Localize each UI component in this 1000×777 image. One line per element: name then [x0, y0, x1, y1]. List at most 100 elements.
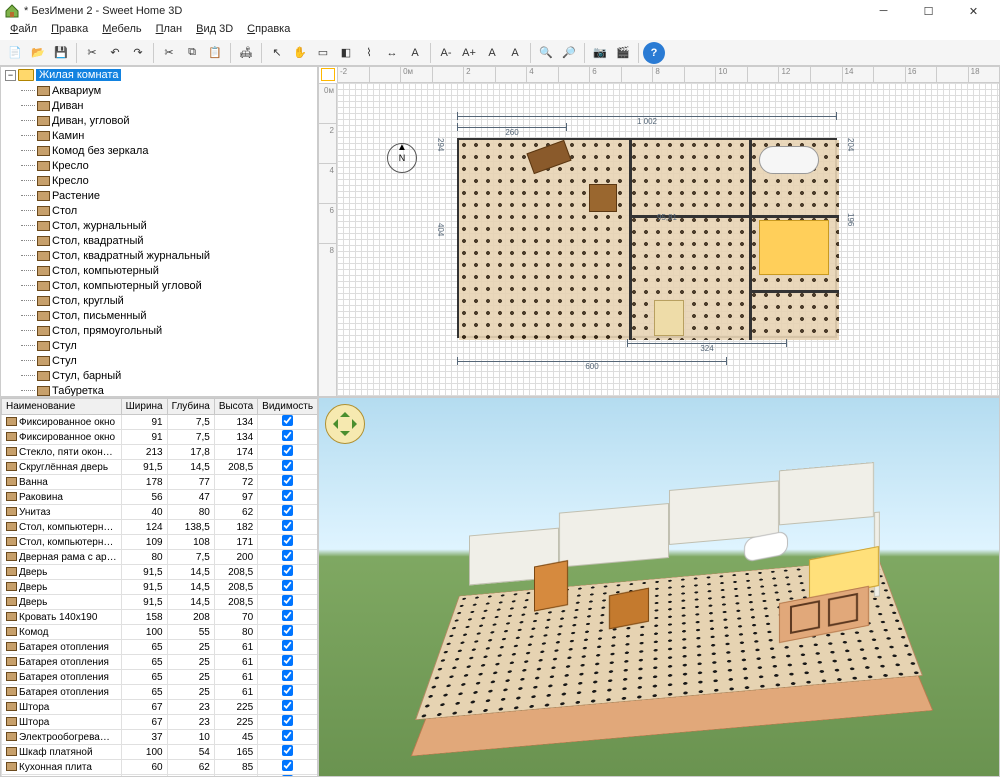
select-tool-icon[interactable]: ↖ [266, 42, 288, 64]
catalog-item[interactable]: Стол, квадратный журнальный [1, 248, 317, 263]
redo-icon[interactable]: ↷ [127, 42, 149, 64]
visibility-checkbox[interactable] [282, 730, 293, 741]
table-header[interactable]: Высота [214, 399, 257, 415]
table-header[interactable]: Видимость [258, 399, 318, 415]
visibility-checkbox[interactable] [282, 460, 293, 471]
pan-tool-icon[interactable]: ✋ [289, 42, 311, 64]
wall-tool-icon[interactable]: ▭ [312, 42, 334, 64]
visibility-checkbox[interactable] [282, 715, 293, 726]
catalog-item[interactable]: Аквариум [1, 83, 317, 98]
visibility-checkbox[interactable] [282, 760, 293, 771]
table-header[interactable]: Глубина [167, 399, 214, 415]
cell-visible[interactable] [258, 415, 318, 430]
maximize-button[interactable]: ☐ [906, 0, 951, 22]
cell-visible[interactable] [258, 745, 318, 760]
cell-visible[interactable] [258, 685, 318, 700]
video-icon[interactable]: 🎬 [612, 42, 634, 64]
table-row[interactable]: Батарея отопления652561 [2, 670, 318, 685]
visibility-checkbox[interactable] [282, 505, 293, 516]
visibility-checkbox[interactable] [282, 550, 293, 561]
catalog-item[interactable]: Стол, круглый [1, 293, 317, 308]
room-tool-icon[interactable]: ◧ [335, 42, 357, 64]
catalog-pane[interactable]: − Жилая комната АквариумДиванДиван, угло… [0, 66, 318, 397]
cell-visible[interactable] [258, 760, 318, 775]
catalog-item[interactable]: Диван [1, 98, 317, 113]
cell-visible[interactable] [258, 730, 318, 745]
undo-icon[interactable]: ↶ [104, 42, 126, 64]
visibility-checkbox[interactable] [282, 445, 293, 456]
nav-right-icon[interactable] [352, 419, 362, 429]
cell-visible[interactable] [258, 700, 318, 715]
catalog-item[interactable]: Комод без зеркала [1, 143, 317, 158]
cell-visible[interactable] [258, 595, 318, 610]
catalog-item[interactable]: Кресло [1, 158, 317, 173]
table-row[interactable]: Дверь91,514,5208,5 [2, 565, 318, 580]
catalog-item[interactable]: Диван, угловой [1, 113, 317, 128]
menu-0[interactable]: Файл [4, 22, 43, 40]
table-row[interactable]: Ванна1787772 [2, 475, 318, 490]
open-file-icon[interactable]: 📂 [27, 42, 49, 64]
zoom-in-icon[interactable]: 🔍 [535, 42, 557, 64]
cell-visible[interactable] [258, 670, 318, 685]
table-row[interactable]: Стекло, пяти окон…21317,8174 [2, 445, 318, 460]
visibility-checkbox[interactable] [282, 625, 293, 636]
table-row[interactable]: Унитаз408062 [2, 505, 318, 520]
catalog-category[interactable]: Жилая комната [36, 69, 121, 81]
catalog-item[interactable]: Стол, квадратный [1, 233, 317, 248]
cell-visible[interactable] [258, 715, 318, 730]
paste-icon[interactable]: 📋 [204, 42, 226, 64]
catalog-item[interactable]: Стол, компьютерный угловой [1, 278, 317, 293]
save-file-icon[interactable]: 💾 [50, 42, 72, 64]
table-row[interactable]: Стол, компьютерн…124138,5182 [2, 520, 318, 535]
bold-icon[interactable]: A [504, 42, 526, 64]
font-color-icon[interactable]: A [481, 42, 503, 64]
visibility-checkbox[interactable] [282, 670, 293, 681]
plan-grid[interactable]: N 1 002 260 [337, 83, 999, 396]
minimize-button[interactable]: ─ [861, 0, 906, 22]
table-header[interactable]: Ширина [121, 399, 167, 415]
nav-left-icon[interactable] [328, 419, 338, 429]
table-row[interactable]: Шкаф платяной10054165 [2, 745, 318, 760]
visibility-checkbox[interactable] [282, 580, 293, 591]
catalog-item[interactable]: Стол, компьютерный [1, 263, 317, 278]
text-tool-icon[interactable]: A [404, 42, 426, 64]
table-row[interactable]: Штора6723225 [2, 715, 318, 730]
menu-1[interactable]: Правка [45, 22, 94, 40]
table-row[interactable]: Кровать 140x19015820870 [2, 610, 318, 625]
new-file-icon[interactable]: 📄 [4, 42, 26, 64]
catalog-item[interactable]: Стол [1, 203, 317, 218]
visibility-checkbox[interactable] [282, 610, 293, 621]
catalog-item[interactable]: Стул [1, 353, 317, 368]
view-3d[interactable] [318, 397, 1000, 777]
table-row[interactable]: Раковина564797 [2, 490, 318, 505]
cell-visible[interactable] [258, 475, 318, 490]
table-row[interactable]: Дверь91,514,5208,5 [2, 580, 318, 595]
font-inc-icon[interactable]: A+ [458, 42, 480, 64]
cell-visible[interactable] [258, 610, 318, 625]
copy-icon[interactable]: ⧉ [181, 42, 203, 64]
menu-2[interactable]: Мебель [96, 22, 147, 40]
visibility-checkbox[interactable] [282, 745, 293, 756]
visibility-checkbox[interactable] [282, 520, 293, 531]
visibility-checkbox[interactable] [282, 535, 293, 546]
cell-visible[interactable] [258, 580, 318, 595]
catalog-item[interactable]: Стол, письменный [1, 308, 317, 323]
catalog-item[interactable]: Стул, барный [1, 368, 317, 383]
menu-5[interactable]: Справка [241, 22, 296, 40]
close-button[interactable]: ✕ [951, 0, 996, 22]
cell-visible[interactable] [258, 520, 318, 535]
furniture-table[interactable]: НаименованиеШиринаГлубинаВысотаВидимость… [1, 398, 318, 777]
add-furniture-icon[interactable]: 🛋 [235, 42, 257, 64]
visibility-checkbox[interactable] [282, 430, 293, 441]
help-icon[interactable]: ? [643, 42, 665, 64]
cell-visible[interactable] [258, 505, 318, 520]
floor-plan[interactable] [457, 138, 837, 338]
visibility-checkbox[interactable] [282, 565, 293, 576]
table-row[interactable]: Штора6723225 [2, 700, 318, 715]
menu-4[interactable]: Вид 3D [190, 22, 239, 40]
menu-3[interactable]: План [150, 22, 189, 40]
cell-visible[interactable] [258, 625, 318, 640]
catalog-item[interactable]: Стол, журнальный [1, 218, 317, 233]
table-row[interactable]: Фиксированное окно917,5134 [2, 430, 318, 445]
table-row[interactable]: Электрообогрева…371045 [2, 730, 318, 745]
